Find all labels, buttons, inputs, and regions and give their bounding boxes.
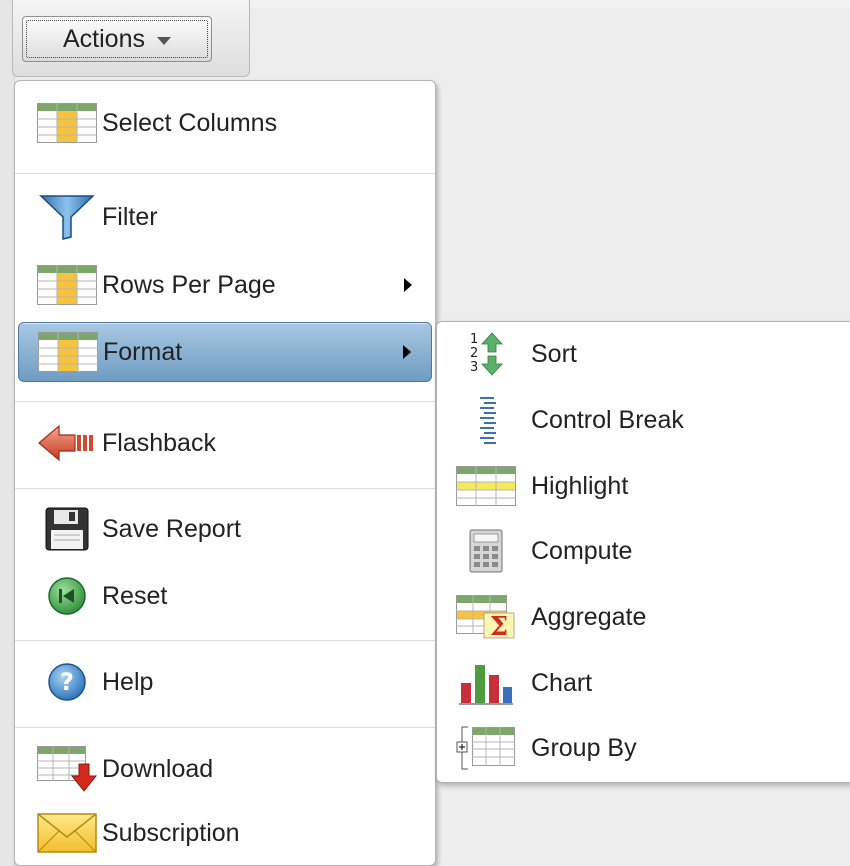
sigma-icon: Σ bbox=[455, 592, 517, 642]
submenu-item-label: Chart bbox=[531, 668, 593, 697]
actions-menu: Select Columns Filter Rows Per Page Form… bbox=[14, 80, 436, 866]
submenu-item-label: Compute bbox=[531, 536, 633, 565]
submenu-item-compute[interactable]: Compute bbox=[437, 521, 849, 581]
menu-separator bbox=[15, 173, 435, 174]
submenu-item-control-break[interactable]: Control Break bbox=[437, 390, 849, 450]
funnel-icon bbox=[36, 192, 98, 242]
chevron-down-icon bbox=[156, 36, 171, 45]
submenu-item-aggregate[interactable]: Σ Aggregate bbox=[437, 587, 849, 647]
menu-item-filter[interactable]: Filter bbox=[18, 187, 432, 247]
menu-separator bbox=[15, 488, 435, 489]
menu-item-label: Subscription bbox=[102, 818, 240, 847]
table-format-icon bbox=[37, 327, 99, 377]
menu-item-label: Flashback bbox=[102, 428, 216, 457]
svg-text:Σ: Σ bbox=[490, 612, 508, 639]
submenu-item-label: Control Break bbox=[531, 405, 684, 434]
control-break-icon bbox=[455, 395, 517, 445]
svg-text:3: 3 bbox=[470, 360, 478, 375]
menu-item-label: Filter bbox=[102, 202, 158, 231]
question-icon: ? bbox=[36, 657, 98, 707]
menu-item-subscription[interactable]: Subscription bbox=[18, 803, 432, 863]
svg-text:1: 1 bbox=[470, 332, 478, 347]
menu-item-label: Rows Per Page bbox=[102, 270, 276, 299]
menu-item-select-columns[interactable]: Select Columns bbox=[18, 93, 432, 153]
menu-item-label: Reset bbox=[102, 581, 168, 610]
group-by-icon bbox=[455, 723, 517, 773]
table-rows-icon bbox=[36, 260, 98, 310]
menu-item-rows-per-page[interactable]: Rows Per Page bbox=[18, 255, 432, 315]
download-icon bbox=[36, 744, 98, 794]
menu-item-format[interactable]: Format bbox=[18, 322, 432, 382]
submenu-item-label: Sort bbox=[531, 339, 577, 368]
submenu-item-chart[interactable]: Chart bbox=[437, 653, 849, 713]
submenu-item-highlight[interactable]: Highlight bbox=[437, 456, 849, 516]
submenu-item-label: Highlight bbox=[531, 471, 629, 500]
submenu-arrow-icon bbox=[403, 345, 411, 359]
menu-item-help[interactable]: ? Help bbox=[18, 652, 432, 712]
actions-button[interactable]: Actions bbox=[22, 16, 212, 62]
actions-button-label: Actions bbox=[63, 24, 145, 53]
menu-separator bbox=[15, 401, 435, 402]
menu-item-label: Format bbox=[103, 337, 183, 366]
format-submenu: 1 2 3 Sort Control Break Highlight Compu… bbox=[436, 321, 850, 783]
menu-separator bbox=[15, 640, 435, 641]
svg-text:2: 2 bbox=[470, 346, 478, 361]
submenu-item-label: Aggregate bbox=[531, 602, 647, 631]
calculator-icon bbox=[455, 526, 517, 576]
menu-item-label: Download bbox=[102, 754, 214, 783]
menu-item-flashback[interactable]: Flashback bbox=[18, 413, 432, 473]
submenu-item-sort[interactable]: 1 2 3 Sort bbox=[437, 324, 849, 384]
svg-text:?: ? bbox=[60, 668, 74, 696]
highlight-icon bbox=[455, 461, 517, 511]
submenu-item-group-by[interactable]: Group By bbox=[437, 718, 849, 778]
menu-item-reset[interactable]: Reset bbox=[18, 566, 432, 626]
menu-item-label: Select Columns bbox=[102, 108, 278, 137]
submenu-arrow-icon bbox=[404, 278, 412, 292]
sort-icon: 1 2 3 bbox=[455, 329, 517, 379]
arrow-left-icon bbox=[36, 418, 98, 468]
menu-item-label: Save Report bbox=[102, 514, 241, 543]
menu-item-label: Help bbox=[102, 667, 154, 696]
bar-chart-icon bbox=[455, 658, 517, 708]
menu-item-save-report[interactable]: Save Report bbox=[18, 499, 432, 559]
rewind-icon bbox=[36, 571, 98, 621]
floppy-disk-icon bbox=[36, 504, 98, 554]
table-columns-icon bbox=[36, 98, 98, 148]
menu-item-download[interactable]: Download bbox=[18, 739, 432, 799]
submenu-item-label: Group By bbox=[531, 733, 637, 762]
report-left-edge bbox=[0, 0, 15, 866]
envelope-icon bbox=[36, 808, 98, 858]
menu-separator bbox=[15, 727, 435, 728]
